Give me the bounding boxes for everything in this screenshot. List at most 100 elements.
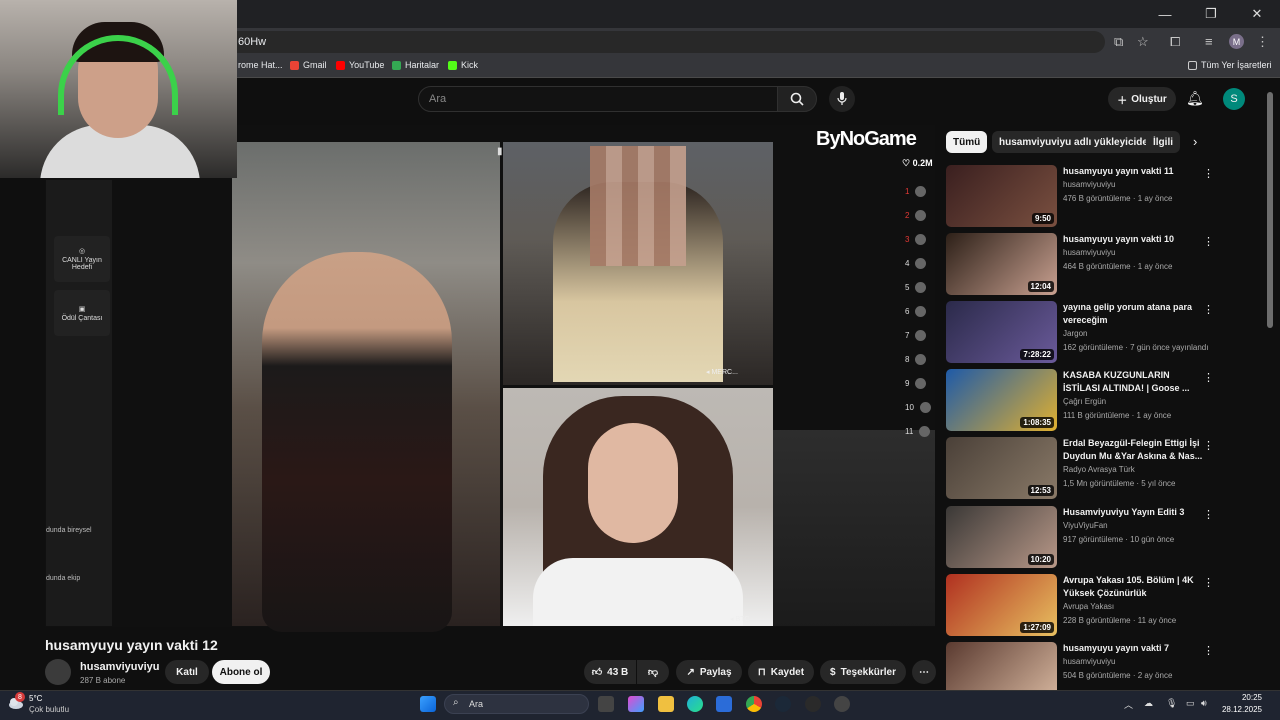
video-thumbnail[interactable]: 1:08:35	[946, 369, 1057, 431]
channel-name[interactable]: husamviyuviyu	[1063, 657, 1115, 666]
rank-row: 9	[905, 378, 935, 389]
dislike-button[interactable]: 👎︎	[637, 660, 669, 684]
all-bookmarks[interactable]: Tüm Yer İşaretleri	[1188, 60, 1272, 70]
more-vertical-icon[interactable]: ⋮	[1203, 439, 1214, 452]
steam-icon[interactable]	[775, 696, 791, 712]
tray-chevron-up-icon[interactable]: ︿	[1124, 698, 1133, 711]
thanks-button[interactable]: $ Teşekkürler	[820, 660, 906, 684]
chip-uploader[interactable]: husamviyuviyu adlı yükleyiciden	[992, 131, 1162, 153]
tray-cloud-icon[interactable]: ☁	[1144, 698, 1153, 709]
video-title[interactable]: Husamviyuviyu Yayın Editi 3	[1063, 506, 1203, 519]
rank-number: 9	[905, 379, 910, 388]
video-title[interactable]: Avrupa Yakası 105. Bölüm | 4K Yüksek Çöz…	[1063, 574, 1203, 600]
recommendation-item[interactable]: 7:28:22 yayına gelip yorum atana para ver…	[946, 301, 1216, 363]
video-thumbnail[interactable]: 12:04	[946, 233, 1057, 295]
task-view-icon[interactable]	[598, 696, 614, 712]
minimize-button[interactable]: —	[1142, 0, 1188, 28]
maximize-button[interactable]: ❐	[1188, 0, 1234, 28]
channel-name[interactable]: husamviyuviyu	[1063, 248, 1115, 257]
video-thumbnail[interactable]: 9:50	[946, 165, 1057, 227]
settings-gear-icon[interactable]	[834, 696, 850, 712]
extensions-icon[interactable]: ⧠	[1170, 34, 1180, 50]
maps-icon	[392, 60, 401, 70]
more-vertical-icon[interactable]: ⋮	[1203, 508, 1214, 521]
video-thumbnail[interactable]: 10:20	[946, 506, 1057, 568]
more-vertical-icon[interactable]: ⋮	[1203, 371, 1214, 384]
video-thumbnail[interactable]: 1:27:09	[946, 574, 1057, 636]
profile-avatar[interactable]: M	[1229, 34, 1244, 49]
more-vertical-icon[interactable]: ⋮	[1203, 235, 1214, 248]
tray-mic-icon[interactable]: 🎙︎	[1166, 698, 1177, 709]
chevron-right-icon[interactable]: ›	[1193, 134, 1197, 149]
recommendation-item[interactable]: 1:08:35 KASABA KUZGUNLARIN İSTİLASI ALTIN…	[946, 369, 1216, 431]
account-avatar[interactable]: S	[1223, 88, 1245, 110]
video-title[interactable]: KASABA KUZGUNLARIN İSTİLASI ALTINDA! | G…	[1063, 369, 1203, 395]
more-vertical-icon[interactable]: ⋮	[1203, 644, 1214, 657]
recommendation-item[interactable]: 12:53 Erdal Beyazgül-Felegin Ettigi İşi D…	[946, 437, 1216, 499]
reading-list-icon[interactable]: ≡	[1205, 34, 1213, 49]
video-title[interactable]: husamyuyu yayın vakti 11	[1063, 165, 1203, 178]
channel-name[interactable]: husamviyuviyu	[80, 661, 159, 673]
weather-desc[interactable]: Çok bulutlu	[29, 705, 69, 714]
copilot-icon[interactable]	[628, 696, 644, 712]
bookmark-chrome[interactable]: rome Hat...	[238, 60, 283, 70]
subscribe-button[interactable]: Abone ol	[212, 660, 270, 684]
tray-volume-icon[interactable]: 🔊︎	[1201, 698, 1207, 709]
taskbar-search[interactable]	[444, 694, 589, 714]
video-title[interactable]: Erdal Beyazgül-Felegin Ettigi İşi Duydun…	[1063, 437, 1203, 463]
notifications-bell-icon[interactable]: 🔔︎	[1186, 90, 1204, 107]
voice-search-button[interactable]	[829, 86, 855, 112]
recommendation-item[interactable]: 12:04 husamyuyu yayın vakti 10 husamviyuvi…	[946, 233, 1216, 295]
video-thumbnail[interactable]: 7:28:22	[946, 301, 1057, 363]
windows-start-icon[interactable]	[420, 696, 436, 712]
bookmark-gmail[interactable]: Gmail	[290, 60, 327, 70]
join-button[interactable]: Katıl	[165, 660, 209, 684]
app-icon[interactable]	[805, 696, 821, 712]
video-title[interactable]: yayına gelip yorum atana para vereceğim	[1063, 301, 1203, 327]
video-title[interactable]: husamyuyu yayın vakti 10	[1063, 233, 1203, 246]
like-button[interactable]: 👍︎ 43 B	[584, 660, 636, 684]
more-vertical-icon[interactable]: ⋮	[1203, 576, 1214, 589]
chrome-icon[interactable]	[746, 696, 762, 712]
bookmark-star-icon[interactable]: ☆	[1137, 34, 1149, 50]
channel-name[interactable]: husamviyuviyu	[1063, 180, 1115, 189]
weather-temp[interactable]: 5°C	[29, 694, 42, 703]
cast-icon[interactable]: ⧉	[1114, 34, 1123, 50]
bookmark-label: Kick	[461, 60, 479, 70]
recommendation-item[interactable]: 1:27:09 Avrupa Yakası 105. Bölüm | 4K Yük…	[946, 574, 1216, 636]
save-button[interactable]: ⊓ Kaydet	[748, 660, 814, 684]
channel-name[interactable]: Avrupa Yakası	[1063, 602, 1114, 611]
channel-avatar[interactable]	[45, 659, 71, 685]
search-input[interactable]	[418, 86, 778, 112]
video-meta: 111 B görüntüleme · 1 ay önce	[1063, 411, 1172, 420]
tray-network-icon[interactable]: ▭	[1186, 698, 1195, 709]
channel-name[interactable]: Radyo Avrasya Türk	[1063, 465, 1135, 474]
edge-icon[interactable]	[687, 696, 703, 712]
store-icon[interactable]	[716, 696, 732, 712]
video-title[interactable]: husamyuyu yayın vakti 7	[1063, 642, 1203, 655]
bookmark-maps[interactable]: Haritalar	[392, 60, 439, 70]
search-button[interactable]	[777, 86, 817, 112]
taskbar-clock[interactable]: 20:25	[1224, 693, 1262, 702]
chip-related[interactable]: İlgili	[1146, 131, 1180, 153]
more-vertical-icon[interactable]: ⋮	[1203, 303, 1214, 316]
channel-name[interactable]: ViyuViyuFan	[1063, 521, 1108, 530]
channel-name[interactable]: Çağrı Ergün	[1063, 397, 1106, 406]
close-button[interactable]: ✕	[1234, 0, 1280, 28]
chip-all[interactable]: Tümü	[946, 131, 988, 153]
scrollbar[interactable]	[1267, 92, 1273, 328]
taskbar-date[interactable]: 28.12.2025	[1220, 705, 1262, 714]
file-explorer-icon[interactable]	[658, 696, 674, 712]
video-thumbnail[interactable]: 12:53	[946, 437, 1057, 499]
more-actions-button[interactable]: ⋯	[912, 660, 936, 684]
channel-name[interactable]: Jargon	[1063, 329, 1087, 338]
create-button[interactable]: ＋ Oluştur	[1108, 87, 1176, 111]
recommendation-item[interactable]: 9:50 husamyuyu yayın vakti 11 husamviyuviy…	[946, 165, 1216, 227]
bookmark-label: YouTube	[349, 60, 385, 70]
menu-kebab-icon[interactable]: ⋮	[1256, 34, 1269, 50]
more-vertical-icon[interactable]: ⋮	[1203, 167, 1214, 180]
bookmark-youtube[interactable]: YouTube	[336, 60, 384, 70]
recommendation-item[interactable]: 10:20 Husamviyuviyu Yayın Editi 3 ViyuViyu…	[946, 506, 1216, 568]
share-button[interactable]: ↗ Paylaş	[676, 660, 742, 684]
bookmark-kick[interactable]: Kick	[448, 60, 478, 70]
